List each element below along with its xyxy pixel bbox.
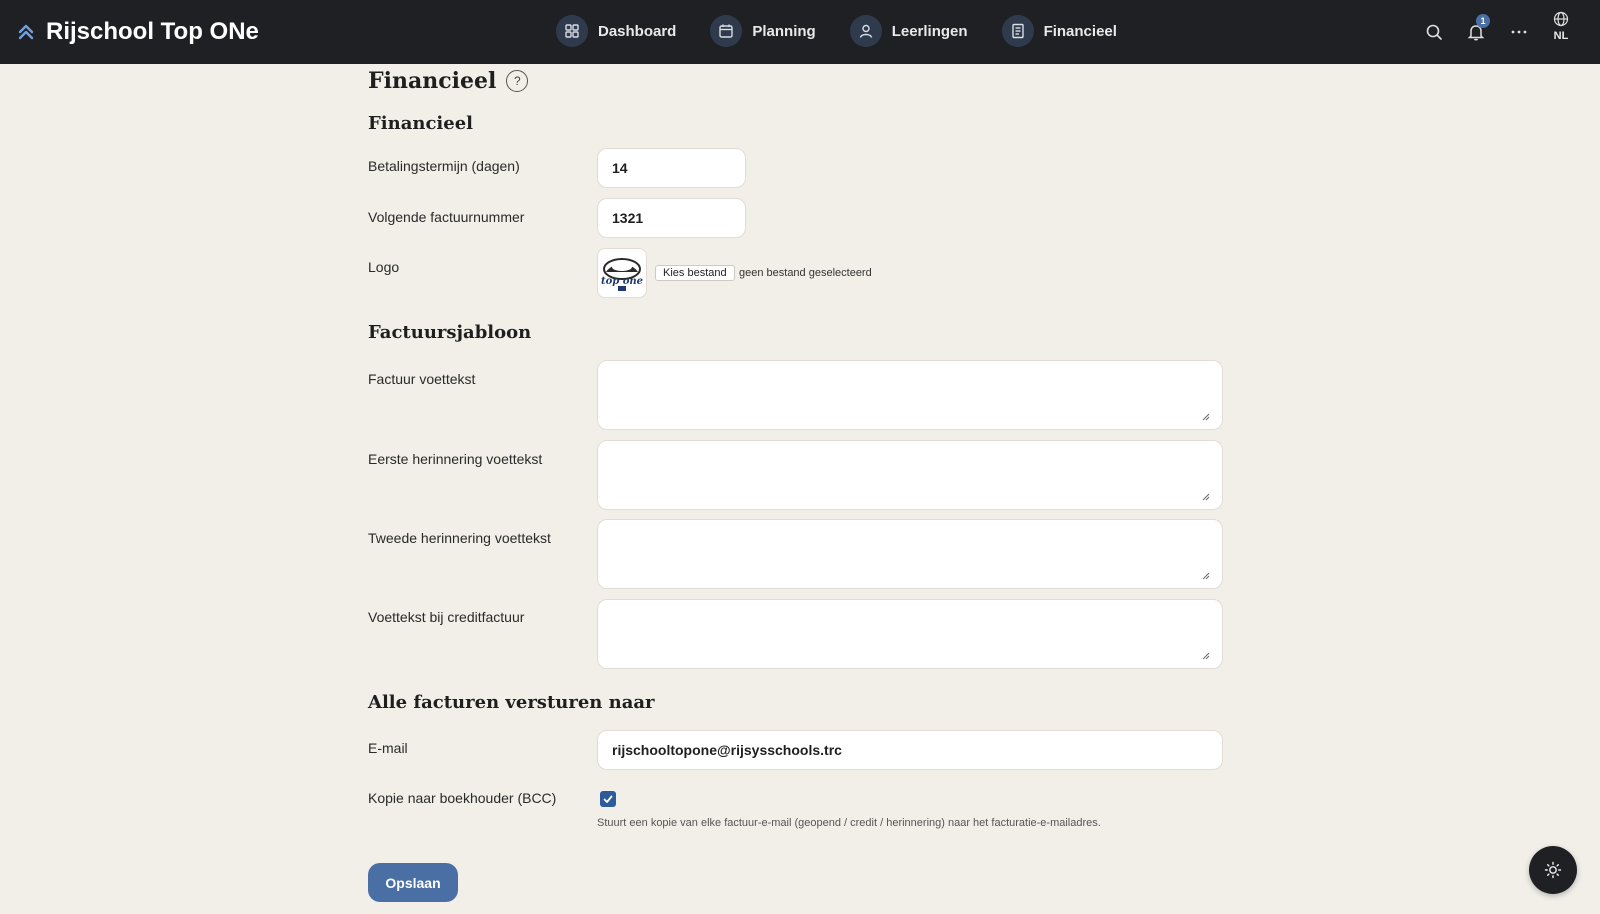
credit-footer-textarea[interactable] (597, 599, 1223, 669)
resize-grip-icon[interactable] (1202, 493, 1210, 501)
nav-item-financieel[interactable]: Financieel (1001, 15, 1117, 47)
chevrons-up-icon (18, 24, 34, 40)
search-button[interactable] (1418, 16, 1450, 48)
search-icon (1426, 24, 1442, 40)
help-icon[interactable]: ? (506, 70, 529, 92)
payment-term-input[interactable]: 14 (597, 148, 746, 188)
language-code: NL (1553, 30, 1569, 42)
email-label: E-mail (368, 740, 408, 756)
file-status-text: geen bestand geselecteerd (739, 267, 872, 279)
nav-label: Planning (752, 22, 816, 40)
bcc-label: Kopie naar boekhouder (BCC) (368, 790, 557, 806)
second-reminder-label: Tweede herinnering voettekst (368, 530, 551, 546)
more-button[interactable] (1503, 16, 1535, 48)
user-icon (849, 15, 882, 47)
page-header: Financieel ? (368, 68, 529, 94)
bcc-hint: Stuurt een kopie van elke factuur-e-mail… (597, 817, 1101, 829)
globe-icon (1553, 11, 1569, 27)
logo-label: Logo (368, 259, 400, 275)
brand[interactable]: Rijschool Top ONe (16, 16, 259, 48)
next-invoice-label: Volgende factuurnummer (368, 209, 525, 225)
receipt-icon (1001, 15, 1034, 47)
theme-toggle-button[interactable] (1529, 846, 1577, 894)
notifications-button[interactable]: 1 (1460, 14, 1492, 48)
section-title-template: Factuursjabloon (368, 322, 532, 343)
first-reminder-textarea[interactable] (597, 440, 1223, 510)
calendar-icon (710, 15, 743, 47)
app-title: Rijschool Top ONe (46, 18, 259, 45)
section-title-send: Alle facturen versturen naar (368, 692, 655, 713)
more-horizontal-icon (1511, 30, 1527, 34)
resize-grip-icon[interactable] (1202, 652, 1210, 660)
invoice-footer-label: Factuur voettekst (368, 371, 476, 387)
next-invoice-input[interactable]: 1321 (597, 198, 746, 238)
choose-file-button[interactable]: Kies bestand (655, 265, 735, 281)
section-title-financial: Financieel (368, 113, 473, 134)
first-reminder-label: Eerste herinnering voettekst (368, 451, 543, 467)
notification-badge: 1 (1476, 14, 1490, 28)
credit-footer-label: Voettekst bij creditfactuur (368, 609, 525, 625)
second-reminder-textarea[interactable] (597, 519, 1223, 589)
svg-text:top one: top one (601, 276, 643, 287)
nav-label: Financieel (1043, 22, 1117, 40)
bcc-checkbox[interactable] (600, 791, 616, 807)
nav-item-leerlingen[interactable]: Leerlingen (849, 15, 968, 47)
nav-label: Leerlingen (891, 22, 968, 40)
page-title: Financieel (368, 68, 497, 94)
invoice-footer-textarea[interactable] (597, 360, 1223, 430)
company-logo-image: top one (601, 258, 643, 291)
checkmark-icon (603, 795, 613, 803)
save-button[interactable]: Opslaan (368, 863, 458, 902)
email-input[interactable]: rijschooltopone@rijsysschools.trc (597, 730, 1223, 770)
top-navigation-bar: Rijschool Top ONe Dashboard Planning Lee… (0, 0, 1600, 64)
logo-preview: top one (597, 248, 647, 298)
resize-grip-icon[interactable] (1202, 572, 1210, 580)
main-nav: Dashboard Planning Leerlingen Financieel (556, 15, 1117, 47)
language-switcher[interactable]: NL (1546, 11, 1576, 42)
payment-term-label: Betalingstermijn (dagen) (368, 158, 520, 174)
nav-label: Dashboard (598, 22, 677, 40)
nav-item-planning[interactable]: Planning (710, 15, 816, 47)
resize-grip-icon[interactable] (1202, 413, 1210, 421)
sun-icon (1544, 861, 1562, 879)
nav-item-dashboard[interactable]: Dashboard (556, 15, 676, 47)
dashboard-icon (556, 15, 588, 47)
